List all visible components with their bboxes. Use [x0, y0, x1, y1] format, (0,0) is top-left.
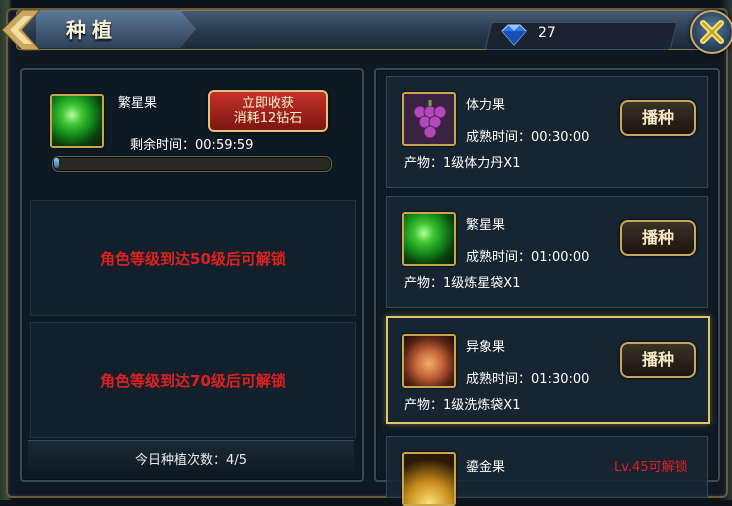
- output-value: 1级洗炼袋X1: [443, 398, 521, 413]
- unlock-message: 角色等级到达50级后可解锁: [100, 249, 286, 268]
- locked-slot-2: 角色等级到达70级后可解锁: [30, 322, 356, 438]
- harvest-cost: 消耗12钻石: [233, 111, 303, 126]
- time-label: 成熟时间：: [466, 372, 532, 387]
- output-label: 产物：: [404, 276, 444, 291]
- output-label: 产物：: [404, 156, 444, 171]
- output-value: 1级体力丹X1: [443, 156, 521, 171]
- seed-time: 成熟时间：01:00:00: [466, 246, 589, 265]
- active-fruit-name: 繁星果: [118, 96, 158, 111]
- seed-name: 鎏金果: [466, 460, 506, 475]
- gold-fruit-icon: [402, 452, 456, 506]
- harvest-label: 立即收获: [241, 96, 294, 111]
- seed-output: 产物：1级洗炼袋X1: [404, 394, 520, 413]
- harvest-now-button[interactable]: 立即收获 消耗12钻石: [208, 90, 328, 132]
- seed-time: 成熟时间：01:30:00: [466, 368, 589, 387]
- timer-label-text: 剩余时间：: [130, 138, 196, 153]
- seed-time: 成熟时间：00:30:00: [466, 126, 589, 145]
- sow-button[interactable]: 播种: [620, 342, 696, 378]
- time-label: 成熟时间：: [466, 130, 532, 145]
- seed-output: 产物：1级炼星袋X1: [404, 272, 520, 291]
- output-label: 产物：: [404, 398, 444, 413]
- green-orb-icon: [50, 94, 104, 148]
- seed-output: 产物：1级体力丹X1: [404, 152, 520, 171]
- corner-ornament-icon: [1, 9, 42, 51]
- level-lock-text: Lv.45可解锁: [614, 460, 688, 475]
- green-orb-icon: [402, 212, 456, 266]
- sow-button[interactable]: 播种: [620, 220, 696, 256]
- progress-fill: [54, 158, 60, 168]
- page-title: 种植: [66, 18, 118, 42]
- time-value: 01:30:00: [531, 372, 590, 387]
- close-button[interactable]: [690, 10, 732, 54]
- sow-button[interactable]: 播种: [620, 100, 696, 136]
- daily-count-bar: 今日种植次数：4/5: [28, 440, 354, 471]
- seed-name: 繁星果: [466, 218, 506, 233]
- timer-label: 剩余时间：00:59:59: [130, 134, 253, 153]
- peach-icon: [402, 334, 456, 388]
- daily-count-label: 今日种植次数：: [135, 453, 227, 468]
- locked-slot-1: 角色等级到达50级后可解锁: [30, 200, 356, 316]
- daily-count: 今日种植次数：4/5: [28, 449, 354, 468]
- unlock-message: 角色等级到达70级后可解锁: [100, 371, 286, 390]
- diamond-icon: [501, 24, 527, 46]
- seed-name: 异象果: [466, 340, 506, 355]
- time-value: 00:30:00: [531, 130, 590, 145]
- grapes-icon: [402, 92, 456, 146]
- output-value: 1级炼星袋X1: [443, 276, 521, 291]
- diamond-count: 27: [538, 25, 556, 41]
- time-value: 01:00:00: [531, 250, 590, 265]
- close-icon: [700, 20, 724, 44]
- time-label: 成熟时间：: [466, 250, 532, 265]
- growth-progress-bar: [52, 156, 332, 172]
- daily-count-value: 4/5: [226, 453, 247, 468]
- timer-value: 00:59:59: [195, 138, 254, 153]
- seed-name: 体力果: [466, 98, 506, 113]
